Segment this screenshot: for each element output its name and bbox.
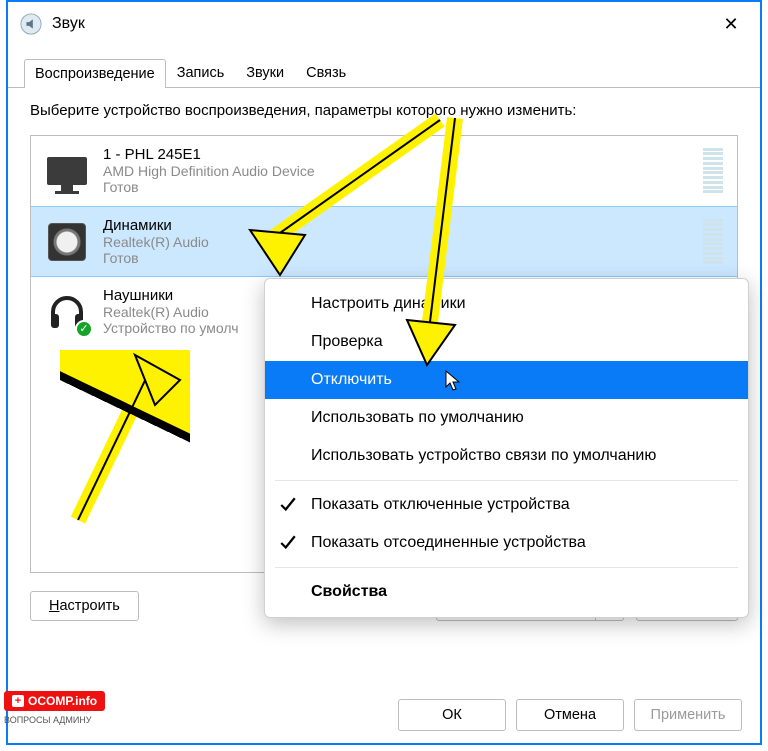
ctx-disable[interactable]: Отключить [265, 361, 748, 399]
ctx-set-default-comm[interactable]: Использовать устройство связи по умолчан… [265, 437, 748, 475]
window-title: Звук [52, 15, 708, 33]
ctx-properties[interactable]: Свойства [265, 573, 748, 611]
device-info: 1 - PHL 245E1 AMD High Definition Audio … [103, 146, 689, 195]
ctx-separator [275, 567, 738, 568]
tab-playback[interactable]: Воспроизведение [24, 59, 166, 88]
ctx-set-default[interactable]: Использовать по умолчанию [265, 399, 748, 437]
ctx-configure-speakers[interactable]: Настроить динамики [265, 285, 748, 323]
ctx-show-disconnected[interactable]: Показать отсоединенные устройства [265, 524, 748, 562]
close-button[interactable]: ✕ [708, 9, 754, 39]
ctx-test[interactable]: Проверка [265, 323, 748, 361]
device-row[interactable]: Динамики Realtek(R) Audio Готов [31, 206, 737, 277]
instruction-text: Выберите устройство воспроизведения, пар… [30, 102, 738, 119]
configure-button[interactable]: Настроить [30, 591, 139, 621]
ctx-show-disabled[interactable]: Показать отключенные устройства [265, 486, 748, 524]
device-driver: AMD High Definition Audio Device [103, 163, 689, 179]
device-row[interactable]: 1 - PHL 245E1 AMD High Definition Audio … [31, 136, 737, 206]
tab-sounds[interactable]: Звуки [235, 58, 295, 87]
ok-button[interactable]: ОК [398, 699, 506, 731]
context-menu[interactable]: Настроить динамики Проверка Отключить Ис… [264, 278, 749, 618]
monitor-icon [45, 149, 89, 193]
device-name: Динамики [103, 217, 689, 234]
watermark-badge: + OCOMP.info [4, 691, 105, 711]
ctx-label: Показать отсоединенные устройства [311, 534, 586, 552]
device-info: Динамики Realtek(R) Audio Готов [103, 217, 689, 266]
tab-communications[interactable]: Связь [295, 58, 357, 87]
watermark-subtext: ВОПРОСЫ АДМИНУ [4, 715, 92, 725]
device-driver: Realtek(R) Audio [103, 234, 689, 250]
cancel-button[interactable]: Отмена [516, 699, 624, 731]
ctx-separator [275, 480, 738, 481]
device-status: Готов [103, 250, 689, 266]
watermark-text: OCOMP.info [28, 694, 97, 708]
default-badge-icon: ✓ [75, 320, 93, 338]
speaker-icon [45, 220, 89, 264]
headphones-icon: ✓ [45, 290, 89, 334]
device-name: 1 - PHL 245E1 [103, 146, 689, 163]
tabstrip: Воспроизведение Запись Звуки Связь [8, 56, 760, 88]
tab-recording[interactable]: Запись [166, 58, 236, 87]
sound-icon [20, 13, 42, 35]
checkmark-icon [279, 534, 297, 552]
titlebar: Звук ✕ [8, 2, 760, 46]
checkmark-icon [279, 496, 297, 514]
device-status: Готов [103, 179, 689, 195]
apply-button[interactable]: Применить [634, 699, 742, 731]
ctx-label: Показать отключенные устройства [311, 496, 570, 514]
level-meter [703, 219, 723, 265]
level-meter [703, 148, 723, 194]
dialog-footer: ОК Отмена Применить [8, 687, 760, 743]
